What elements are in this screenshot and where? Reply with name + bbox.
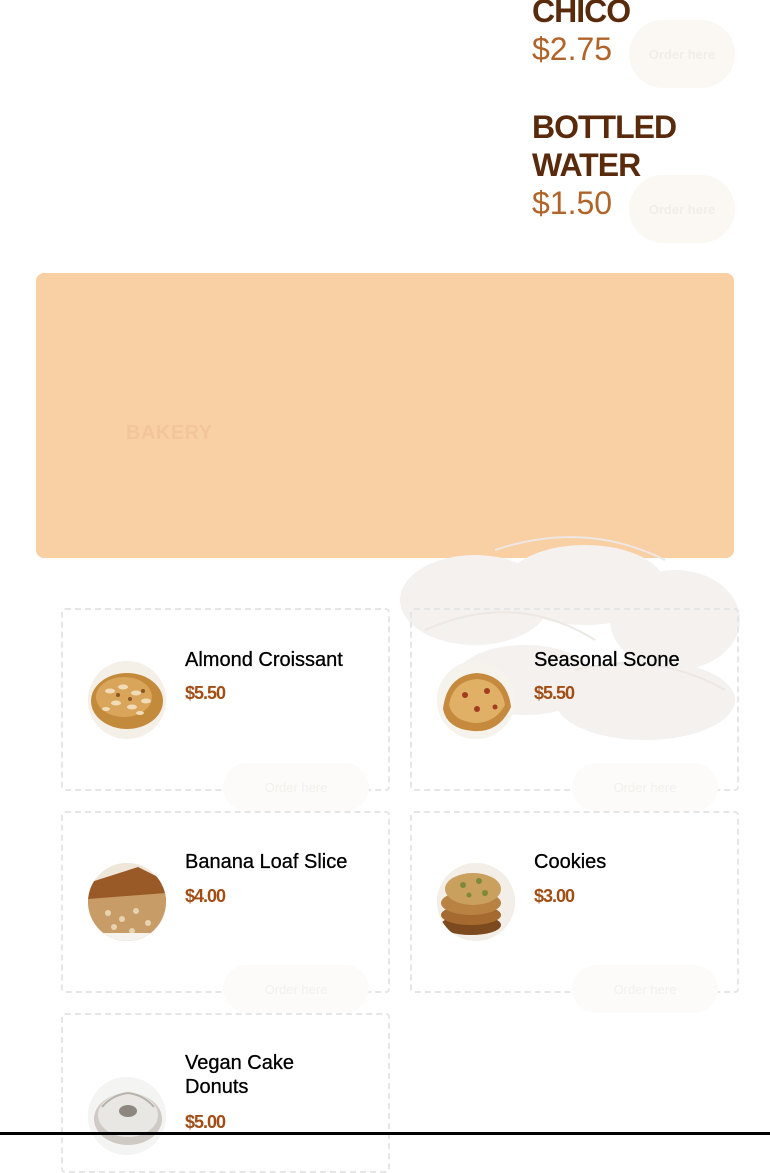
item-price: $5.50 <box>534 683 575 703</box>
item-name: Seasonal Scone <box>534 649 680 671</box>
order-here-button[interactable]: Order here <box>629 175 735 243</box>
item-price: $5.50 <box>185 683 226 703</box>
menu-card-banana-loaf-slice: Banana Loaf Slice $4.00 Order here <box>61 811 390 1013</box>
menu-card-seasonal-scone: Seasonal Scone $5.50 Order here <box>410 608 739 811</box>
order-here-button[interactable]: Order here <box>572 763 718 811</box>
item-price: $5.00 <box>185 1112 226 1132</box>
item-name: Vegan Cake Donuts <box>185 1052 294 1098</box>
order-here-button[interactable]: Order here <box>572 965 718 1013</box>
item-name: Cookies <box>534 851 607 873</box>
croissant-photo-icon <box>88 661 166 739</box>
drink-name: BOTTLED WATER <box>532 109 677 183</box>
donut-photo-icon <box>88 1077 166 1155</box>
order-here-button[interactable]: Order here <box>223 965 369 1013</box>
menu-card-vegan-cake-donuts: Vegan Cake Donuts $5.00 <box>61 1013 390 1173</box>
menu-card-cookies: Cookies $3.00 Order here <box>410 811 739 1013</box>
bakery-banner: BAKERY <box>36 273 734 558</box>
order-here-button[interactable]: Order here <box>223 763 369 811</box>
item-name: Banana Loaf Slice <box>185 851 348 873</box>
item-price: $3.00 <box>534 886 575 906</box>
drink-name: CHICO <box>532 0 631 29</box>
banana-loaf-photo-icon <box>88 863 166 941</box>
cookies-photo-icon <box>437 863 515 941</box>
item-name: Almond Croissant <box>185 649 343 671</box>
drink-price: $1.50 <box>532 185 613 221</box>
item-price: $4.00 <box>185 886 226 906</box>
order-here-button[interactable]: Order here <box>629 20 735 88</box>
bakery-title: BAKERY <box>126 422 213 444</box>
scone-photo-icon <box>437 661 515 739</box>
menu-card-almond-croissant: Almond Croissant $5.50 Order here <box>61 608 390 811</box>
drink-price: $2.75 <box>532 31 613 67</box>
